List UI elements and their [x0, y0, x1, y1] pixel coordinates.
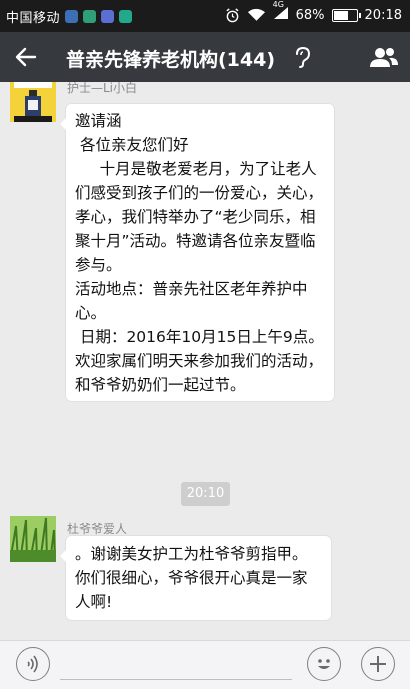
clock: 20:18 [364, 7, 402, 23]
battery-icon [331, 8, 361, 22]
app-notification-icon [83, 10, 97, 23]
sender-name: 护士—Li小白 [67, 82, 138, 95]
more-button[interactable] [361, 647, 395, 681]
voice-input-icon [27, 655, 38, 673]
voice-button[interactable] [16, 647, 50, 681]
group-info-button[interactable] [366, 41, 402, 73]
emoji-icon [318, 659, 330, 669]
input-bar [0, 640, 410, 689]
sender-name: 杜爷爷爱人 [67, 522, 128, 536]
message-bubble[interactable]: 。谢谢美女护工为杜爷爷剪指甲。你们很细心，爷爷很开心真是一家人啊! [60, 536, 331, 620]
emoji-button[interactable] [307, 647, 341, 681]
avatar[interactable] [10, 516, 56, 562]
message-list[interactable]: 护士—Li小白 邀请涵 各位亲友您们好 十月是敬老爱老月，为了让老人们感受到孩子… [0, 82, 410, 640]
group-members-icon [370, 48, 398, 67]
avatar-image [10, 516, 56, 562]
avatar-image [10, 82, 56, 122]
gallery-notification-icon [65, 10, 79, 23]
chat-title: 普亲先锋养老机构(144) [66, 49, 276, 71]
message-input[interactable] [60, 679, 292, 680]
battery-percent: 68% [295, 7, 325, 23]
message-notification-icon [119, 10, 133, 23]
browser-notification-icon [101, 10, 115, 23]
avatar[interactable] [10, 82, 56, 122]
message-bubble[interactable]: 邀请涵 各位亲友您们好 十月是敬老爱老月，为了让老人们感受到孩子们的一份爱心，关… [60, 104, 334, 401]
wifi-icon [247, 8, 265, 21]
chat-header: 普亲先锋养老机构(144) [0, 32, 410, 82]
back-button[interactable] [8, 42, 44, 72]
network-type: 4G [273, 0, 289, 24]
status-bar: 中国移动 4G 68% 20:18 [0, 0, 410, 32]
arrow-left-icon [15, 47, 37, 67]
plus-icon [370, 656, 386, 672]
earpiece-mode-icon [296, 46, 311, 68]
time-divider: 20:10 [181, 482, 230, 506]
carrier-label: 中国移动 [6, 11, 61, 26]
alarm-icon [226, 7, 239, 22]
